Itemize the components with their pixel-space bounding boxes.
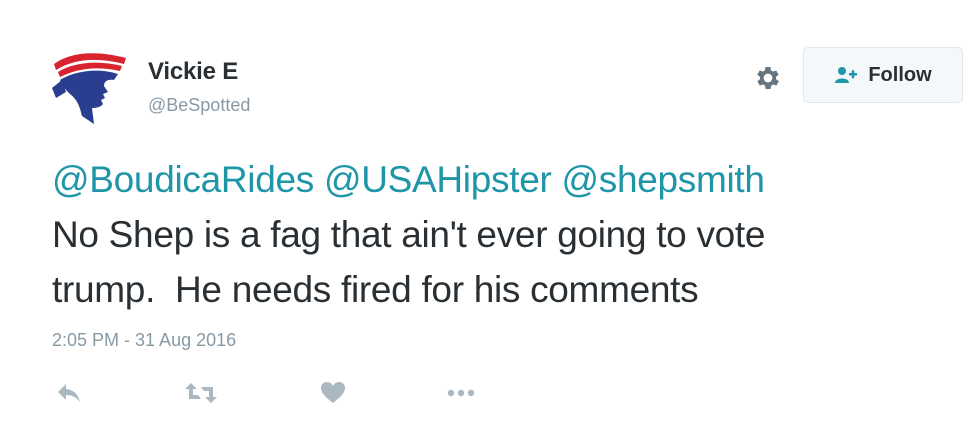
- gear-icon: [757, 67, 779, 89]
- mention-link[interactable]: @shepsmith: [561, 159, 765, 200]
- follow-button[interactable]: Follow: [803, 47, 963, 103]
- retweet-icon: [185, 383, 217, 403]
- retweet-button[interactable]: [184, 378, 218, 408]
- reply-button[interactable]: [52, 378, 86, 408]
- tweet-timestamp[interactable]: 2:05 PM - 31 Aug 2016: [52, 330, 236, 351]
- tweet-text-line: trump. He needs fired for his comments: [52, 269, 699, 310]
- avatar-image: [52, 53, 126, 124]
- more-button[interactable]: [444, 378, 478, 408]
- heart-icon: [321, 382, 345, 403]
- avatar[interactable]: [48, 48, 132, 128]
- more-dots-icon: [447, 389, 475, 397]
- user-handle[interactable]: @BeSpotted: [148, 95, 250, 116]
- tweet-text-line: No Shep is a fag that ain't ever going t…: [52, 214, 766, 255]
- mention-link[interactable]: @USAHipster: [324, 159, 552, 200]
- settings-button[interactable]: [750, 60, 786, 96]
- add-user-icon: [834, 65, 858, 85]
- follow-label: Follow: [868, 63, 932, 86]
- mention-link[interactable]: @BoudicaRides: [52, 159, 314, 200]
- tweet-card: Vickie E @BeSpotted Follow @BoudicaRides…: [0, 0, 980, 443]
- mentions-line: @BoudicaRides @USAHipster @shepsmith: [52, 152, 952, 207]
- like-button[interactable]: [316, 378, 350, 408]
- display-name[interactable]: Vickie E: [148, 58, 238, 86]
- reply-icon: [58, 384, 80, 402]
- tweet-text: @BoudicaRides @USAHipster @shepsmith No …: [52, 152, 952, 317]
